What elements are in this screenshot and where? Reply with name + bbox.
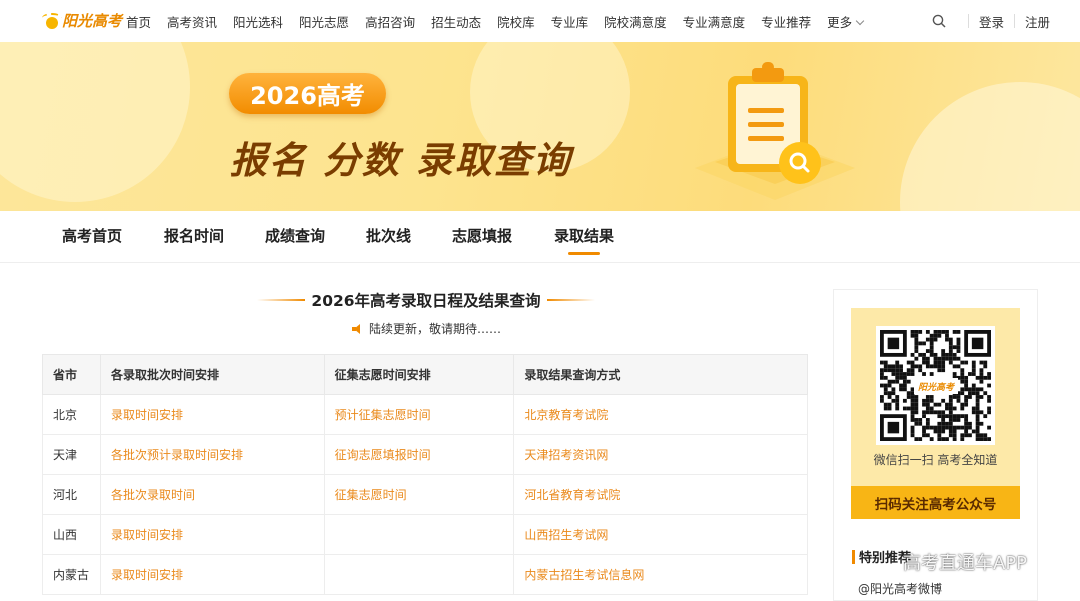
decor-circle <box>0 42 190 202</box>
watermark-text: 高考直通车APP <box>903 553 1028 574</box>
result-query-link[interactable]: 河北省教育考试院 <box>513 474 808 515</box>
province-cell: 天津 <box>42 434 101 475</box>
batch-schedule-link[interactable]: 录取时间安排 <box>99 394 325 435</box>
sun-logo-icon <box>42 12 62 29</box>
table-row: 山西 录取时间安排 山西招生考试网 <box>42 514 808 555</box>
table-row: 河北 各批次录取时间 征集志愿时间 河北省教育考试院 <box>42 474 808 515</box>
col-header-supplement-schedule: 征集志愿时间安排 <box>323 354 515 395</box>
tab-batch-line[interactable]: 批次线 <box>366 211 411 263</box>
batch-schedule-link[interactable]: 各批次预计录取时间安排 <box>99 434 325 475</box>
result-query-link[interactable]: 北京教育考试院 <box>513 394 808 435</box>
follow-official-account-button[interactable]: 扫码关注高考公众号 <box>851 486 1020 519</box>
province-cell: 河北 <box>42 474 101 515</box>
banner-headline: 报名 分数 录取查询 <box>230 139 572 182</box>
col-header-province: 省市 <box>42 354 101 395</box>
supplement-schedule-link[interactable]: 预计征集志愿时间 <box>323 394 515 435</box>
col-header-result-query: 录取结果查询方式 <box>513 354 808 395</box>
table-header-row: 省市 各录取批次时间安排 征集志愿时间安排 录取结果查询方式 <box>42 354 808 395</box>
heading-decor-right <box>546 299 595 301</box>
province-cell: 北京 <box>42 394 101 435</box>
supplement-schedule-cell <box>323 554 515 595</box>
chevron-down-icon <box>855 16 865 25</box>
qr-center-logo: 阳光高考 <box>914 378 958 394</box>
province-cell: 内蒙古 <box>42 554 101 595</box>
speaker-icon <box>352 323 363 334</box>
decor-circle <box>900 82 1080 211</box>
nav-more[interactable]: 更多 <box>827 12 865 31</box>
result-query-link[interactable]: 天津招考资讯网 <box>513 434 808 475</box>
update-note: 陆续更新，敬请期待…… <box>352 320 501 337</box>
main-nav: 首页 高考资讯 阳光选科 阳光志愿 高招咨询 招生动态 院校库 专业库 院校满意… <box>126 0 879 42</box>
section-heading: 2026年高考录取日程及结果查询 <box>236 289 616 311</box>
nav-college-db[interactable]: 院校库 <box>497 12 535 31</box>
admission-schedule-table: 省市 各录取批次时间安排 征集志愿时间安排 录取结果查询方式 北京 录取时间安排… <box>42 354 808 595</box>
divider <box>1014 14 1016 28</box>
col-header-batch-schedule: 各录取批次时间安排 <box>99 354 325 395</box>
nav-college-satisfaction[interactable]: 院校满意度 <box>604 12 667 31</box>
login-link[interactable]: 登录 <box>979 12 1004 31</box>
tab-score-query[interactable]: 成绩查询 <box>265 211 325 263</box>
update-note-text: 陆续更新，敬请期待…… <box>369 322 502 336</box>
nav-more-label: 更多 <box>827 14 853 30</box>
nav-subject-selection[interactable]: 阳光选科 <box>233 12 283 31</box>
weibo-link[interactable]: @阳光高考微博 <box>858 580 942 597</box>
result-query-link[interactable]: 内蒙古招生考试信息网 <box>513 554 808 595</box>
top-navbar: 阳光高考 首页 高考资讯 阳光选科 阳光志愿 高招咨询 招生动态 院校库 专业库… <box>0 0 1080 42</box>
province-cell: 山西 <box>42 514 101 555</box>
table-row: 北京 录取时间安排 预计征集志愿时间 北京教育考试院 <box>42 394 808 435</box>
heading-decor-left <box>257 299 306 301</box>
logo-text: 阳光高考 <box>62 12 123 30</box>
batch-schedule-link[interactable]: 录取时间安排 <box>99 554 325 595</box>
year-pill: 2026高考 <box>229 73 386 114</box>
tab-admission-result[interactable]: 录取结果 <box>554 211 614 263</box>
search-icon[interactable] <box>932 14 946 28</box>
tab-registration-time[interactable]: 报名时间 <box>164 211 224 263</box>
auth-links: 登录 注册 <box>958 0 1050 42</box>
batch-schedule-link[interactable]: 各批次录取时间 <box>99 474 325 515</box>
nav-consult[interactable]: 高招咨询 <box>365 12 415 31</box>
hero-banner: 2026高考 报名 分数 录取查询 <box>0 42 1080 211</box>
supplement-schedule-link[interactable]: 征集志愿时间 <box>323 474 515 515</box>
qr-logo-text: 阳光高考 <box>917 382 954 393</box>
supplement-schedule-cell <box>323 514 515 555</box>
nav-admission-news[interactable]: 招生动态 <box>431 12 481 31</box>
supplement-schedule-link[interactable]: 征询志愿填报时间 <box>323 434 515 475</box>
table-row: 天津 各批次预计录取时间安排 征询志愿填报时间 天津招考资讯网 <box>42 434 808 475</box>
nav-major-db[interactable]: 专业库 <box>551 12 589 31</box>
qr-caption: 微信扫一扫 高考全知道 <box>873 453 998 467</box>
nav-major-recommend[interactable]: 专业推荐 <box>761 12 811 31</box>
result-query-link[interactable]: 山西招生考试网 <box>513 514 808 555</box>
register-link[interactable]: 注册 <box>1025 12 1050 31</box>
nav-home[interactable]: 首页 <box>126 12 151 31</box>
section-tabs: 高考首页 报名时间 成绩查询 批次线 志愿填报 录取结果 <box>0 211 1080 263</box>
heading-accent-bar <box>852 549 855 564</box>
section-title: 2026年高考录取日程及结果查询 <box>311 292 541 310</box>
table-row: 内蒙古 录取时间安排 内蒙古招生考试信息网 <box>42 554 808 595</box>
nav-major-satisfaction[interactable]: 专业满意度 <box>683 12 746 31</box>
nav-volunteer[interactable]: 阳光志愿 <box>299 12 349 31</box>
tab-gaokao-home[interactable]: 高考首页 <box>62 211 122 263</box>
batch-schedule-link[interactable]: 录取时间安排 <box>99 514 325 555</box>
site-logo[interactable]: 阳光高考 <box>42 10 123 31</box>
nav-news[interactable]: 高考资讯 <box>167 12 217 31</box>
divider <box>968 14 969 28</box>
tab-volunteer-fill[interactable]: 志愿填报 <box>452 211 512 263</box>
clipboard-search-icon <box>695 62 855 200</box>
